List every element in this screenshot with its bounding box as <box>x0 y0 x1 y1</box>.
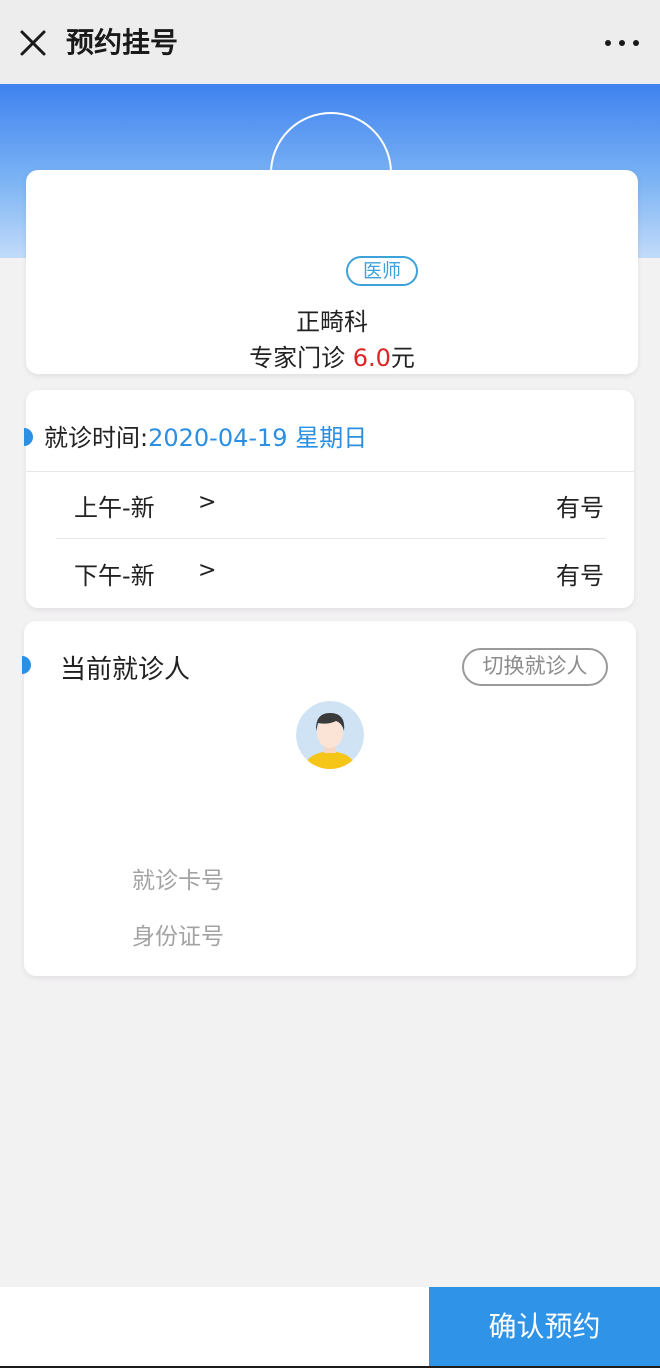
slot-status: 有号 <box>556 562 604 590</box>
chevron-right-icon: > <box>198 558 217 583</box>
id-number-label: 身份证号 <box>132 924 224 950</box>
slot-status: 有号 <box>556 494 604 522</box>
currency-label: 元 <box>390 344 415 372</box>
visit-time-value: 2020-04-19 星期日 <box>148 424 368 452</box>
doctor-card: 医师 正畸科 专家门诊 6.0元 <box>26 170 638 374</box>
patient-card: 当前就诊人 切换就诊人 就诊卡号 身份证号 <box>22 621 636 976</box>
clinic-type: 专家门诊 6.0元 <box>26 338 638 373</box>
slot-name: 上午-新 <box>74 494 155 522</box>
switch-patient-button[interactable]: 切换就诊人 <box>462 648 608 686</box>
confirm-appointment-button[interactable]: 确认预约 <box>429 1287 660 1366</box>
price-value: 6.0 <box>352 344 391 372</box>
department-name: 正畸科 <box>296 308 368 336</box>
slot-row-afternoon[interactable]: 下午-新 > 有号 <box>26 540 634 600</box>
page-title: 预约挂号 <box>66 26 179 59</box>
top-bar: 预约挂号 <box>0 0 660 84</box>
slot-row-morning[interactable]: 上午-新 > 有号 <box>26 472 634 532</box>
doctor-title-badge: 医师 <box>346 256 418 286</box>
divider <box>56 538 605 539</box>
avatar-icon <box>296 701 364 769</box>
visit-time-card: 就诊时间:2020-04-19 星期日 上午-新 > 有号 下午-新 > 有号 <box>24 390 634 608</box>
slot-name: 下午-新 <box>74 562 155 590</box>
more-icon <box>605 40 639 46</box>
more-button[interactable] <box>602 26 642 60</box>
card-number-label: 就诊卡号 <box>132 868 224 894</box>
section-marker-icon <box>24 428 33 446</box>
visit-time-label: 就诊时间: <box>44 424 149 452</box>
close-icon <box>20 30 46 56</box>
section-marker-icon <box>22 656 31 674</box>
visit-time-row: 就诊时间:2020-04-19 星期日 <box>44 418 367 453</box>
clinic-prefix: 专家门诊 <box>249 344 353 372</box>
patient-section-title: 当前就诊人 <box>60 655 191 685</box>
close-button[interactable] <box>14 24 52 62</box>
page: 预约挂号 医师 正畸科 专家门诊 6.0元 就诊时间:2020-04-19 星期… <box>0 0 660 1368</box>
chevron-right-icon: > <box>198 490 217 515</box>
